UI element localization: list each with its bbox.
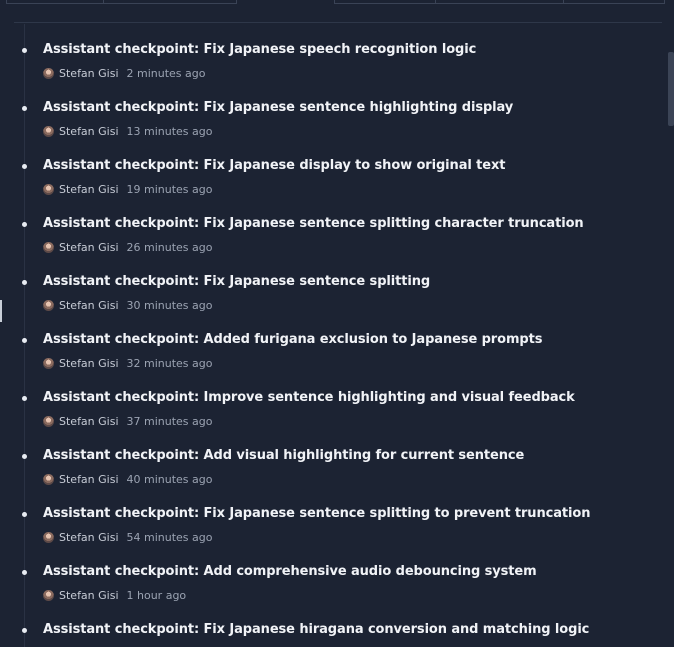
commit-time: 54 minutes ago — [126, 530, 213, 544]
commit-list: Assistant checkpoint: Fix Japanese speec… — [0, 41, 674, 647]
commit-item[interactable]: Assistant checkpoint: Fix Japanese sente… — [0, 215, 674, 273]
commit-item[interactable]: Assistant checkpoint: Improve sentence h… — [0, 389, 674, 447]
commit-title: Assistant checkpoint: Added furigana exc… — [43, 332, 543, 347]
commit-title: Assistant checkpoint: Fix Japanese sente… — [43, 100, 514, 115]
tab-4[interactable] — [435, 0, 564, 4]
top-tab-bar — [0, 0, 674, 4]
commit-time: 40 minutes ago — [126, 472, 213, 486]
commit-author: Stefan Gisi — [59, 66, 119, 80]
commit-time: 2 minutes ago — [126, 66, 206, 80]
commit-author: Stefan Gisi — [59, 530, 119, 544]
commit-title: Assistant checkpoint: Add visual highlig… — [43, 448, 525, 463]
commit-author: Stefan Gisi — [59, 414, 119, 428]
commit-title: Assistant checkpoint: Improve sentence h… — [43, 390, 575, 405]
commit-author: Stefan Gisi — [59, 472, 119, 486]
tab-5[interactable] — [563, 0, 665, 4]
commit-author: Stefan Gisi — [59, 240, 119, 254]
commit-time: 26 minutes ago — [126, 240, 213, 254]
avatar — [43, 357, 54, 369]
commit-meta: Stefan Gisi 30 minutes ago — [43, 298, 213, 312]
commit-title: Assistant checkpoint: Fix Japanese hirag… — [43, 622, 590, 637]
commit-time: 37 minutes ago — [126, 414, 213, 428]
commit-item[interactable]: Assistant checkpoint: Fix Japanese sente… — [0, 99, 674, 157]
commit-meta: Stefan Gisi 54 minutes ago — [43, 530, 213, 544]
header-divider — [14, 22, 662, 23]
commit-history-panel: Assistant checkpoint: Fix Japanese speec… — [0, 0, 674, 647]
commit-time: 32 minutes ago — [126, 356, 213, 370]
timeline-dot — [22, 222, 27, 227]
tab-2[interactable] — [103, 0, 237, 4]
commit-author: Stefan Gisi — [59, 124, 119, 138]
avatar — [43, 183, 54, 195]
commit-title: Assistant checkpoint: Add comprehensive … — [43, 564, 537, 579]
timeline-dot — [22, 512, 27, 517]
commit-item[interactable]: Assistant checkpoint: Fix Japanese speec… — [0, 41, 674, 99]
commit-meta: Stefan Gisi 32 minutes ago — [43, 356, 213, 370]
commit-item[interactable]: Assistant checkpoint: Fix Japanese sente… — [0, 273, 674, 331]
commit-author: Stefan Gisi — [59, 588, 119, 602]
avatar — [43, 531, 54, 543]
commit-meta: Stefan Gisi 1 hour ago — [43, 588, 186, 602]
commit-item[interactable]: Assistant checkpoint: Fix Japanese sente… — [0, 505, 674, 563]
commit-author: Stefan Gisi — [59, 356, 119, 370]
commit-time: 1 hour ago — [126, 588, 187, 602]
avatar — [43, 415, 54, 427]
timeline-dot — [22, 454, 27, 459]
timeline-dot — [22, 106, 27, 111]
timeline-dot — [22, 396, 27, 401]
avatar — [43, 67, 54, 79]
timeline-dot — [22, 164, 27, 169]
avatar — [43, 299, 54, 311]
commit-meta: Stefan Gisi 40 minutes ago — [43, 472, 213, 486]
commit-title: Assistant checkpoint: Fix Japanese sente… — [43, 216, 584, 231]
commit-item[interactable]: Assistant checkpoint: Add visual highlig… — [0, 447, 674, 505]
commit-item[interactable]: Assistant checkpoint: Fix Japanese displ… — [0, 157, 674, 215]
avatar — [43, 589, 54, 601]
tab-1[interactable] — [6, 0, 104, 4]
commit-time: 19 minutes ago — [126, 182, 213, 196]
avatar — [43, 473, 54, 485]
commit-author: Stefan Gisi — [59, 298, 119, 312]
commit-meta: Stefan Gisi 26 minutes ago — [43, 240, 213, 254]
commit-time: 13 minutes ago — [126, 124, 213, 138]
commit-title: Assistant checkpoint: Fix Japanese speec… — [43, 42, 477, 57]
avatar — [43, 125, 54, 137]
timeline-dot — [22, 48, 27, 53]
tab-3[interactable] — [334, 0, 436, 4]
commit-item[interactable]: Assistant checkpoint: Add comprehensive … — [0, 563, 674, 621]
avatar — [43, 241, 54, 253]
timeline-dot — [22, 628, 27, 633]
commit-time: 30 minutes ago — [126, 298, 213, 312]
commit-author: Stefan Gisi — [59, 182, 119, 196]
commit-meta: Stefan Gisi 19 minutes ago — [43, 182, 213, 196]
timeline-dot — [22, 570, 27, 575]
commit-title: Assistant checkpoint: Fix Japanese displ… — [43, 158, 506, 173]
commit-meta: Stefan Gisi 2 minutes ago — [43, 66, 206, 80]
timeline-dot — [22, 280, 27, 285]
commit-meta: Stefan Gisi 13 minutes ago — [43, 124, 213, 138]
commit-meta: Stefan Gisi 37 minutes ago — [43, 414, 213, 428]
commit-title: Assistant checkpoint: Fix Japanese sente… — [43, 274, 431, 289]
commit-item[interactable]: Assistant checkpoint: Fix Japanese hirag… — [0, 621, 674, 647]
commit-title: Assistant checkpoint: Fix Japanese sente… — [43, 506, 591, 521]
timeline-dot — [22, 338, 27, 343]
commit-item[interactable]: Assistant checkpoint: Added furigana exc… — [0, 331, 674, 389]
